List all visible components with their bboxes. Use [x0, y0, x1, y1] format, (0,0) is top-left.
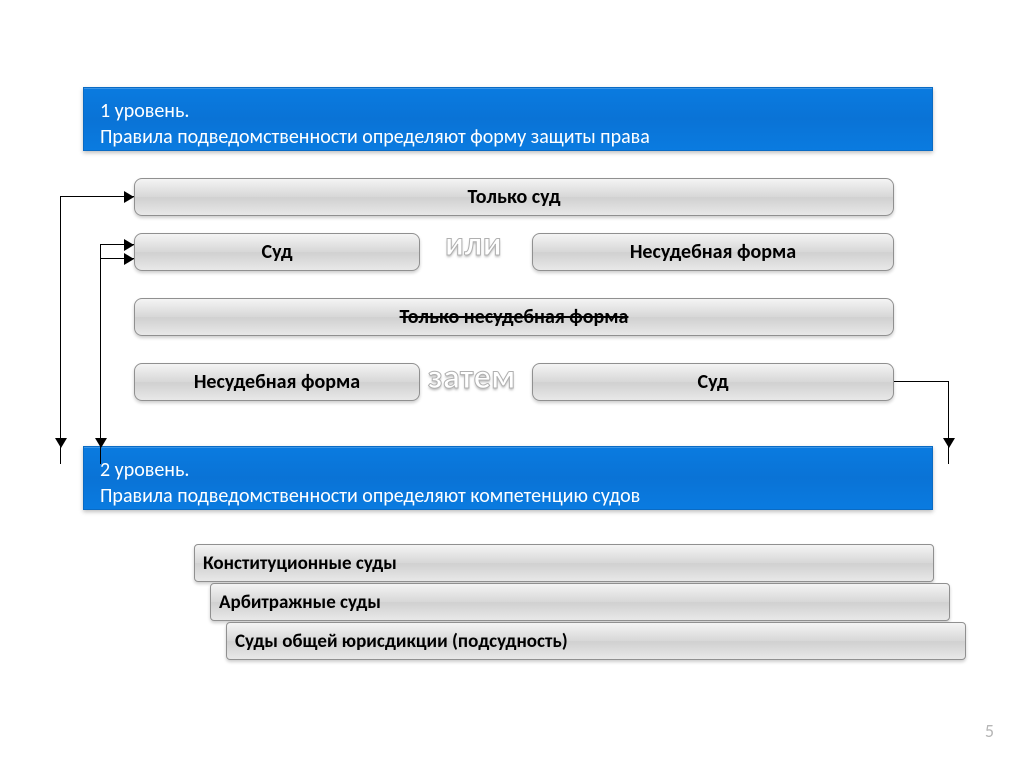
- arrow-head-right: [124, 239, 134, 251]
- box-only-nonjudicial-label: Только несудебная форма: [400, 305, 629, 329]
- court-arbitration-label: Арбитражные суды: [219, 591, 381, 614]
- box-nonjudicial-left-label: Несудебная форма: [194, 370, 360, 394]
- box-only-nonjudicial: Только несудебная форма: [134, 298, 894, 336]
- arrow-conn: [894, 381, 948, 382]
- court-general-label: Суды общей юрисдикции (подсудность): [235, 630, 568, 653]
- box-nonjudicial-label: Несудебная форма: [630, 240, 796, 264]
- word-or: или: [445, 224, 502, 265]
- level2-title-line2: Правила подведомственности определяют ко…: [100, 483, 916, 509]
- box-nonjudicial-left: Несудебная форма: [134, 363, 420, 401]
- page-number: 5: [985, 720, 994, 742]
- box-nonjudicial-form-right: Несудебная форма: [532, 233, 894, 271]
- arrow-head-down: [95, 438, 107, 448]
- box-only-court-label: Только суд: [468, 185, 561, 209]
- court-constitutional-label: Конституционные суды: [203, 552, 397, 575]
- box-court-label: Суд: [262, 240, 293, 264]
- level1-title-line2: Правила подведомственности определяют фо…: [100, 124, 916, 150]
- level2-header: 2 уровень. Правила подведомственности оп…: [83, 446, 933, 510]
- court-general: Суды общей юрисдикции (подсудность): [226, 622, 966, 660]
- level1-header: 1 уровень. Правила подведомственности оп…: [83, 87, 933, 151]
- box-court-right: Суд: [532, 363, 894, 401]
- box-court: Суд: [134, 233, 420, 271]
- arrow-head-right: [124, 191, 134, 203]
- arrow-conn: [948, 381, 949, 464]
- arrow-head-down: [943, 438, 955, 448]
- box-court-right-label: Суд: [698, 370, 729, 394]
- arrow-conn: [60, 196, 61, 464]
- level1-title-line1: 1 уровень.: [100, 98, 916, 124]
- box-only-court: Только суд: [134, 178, 894, 216]
- arrow-head-right: [124, 253, 134, 265]
- level2-title-line1: 2 уровень.: [100, 457, 916, 483]
- word-then: затем: [428, 357, 516, 398]
- arrow-head-down: [55, 438, 67, 448]
- arrow-conn: [60, 196, 134, 197]
- court-arbitration: Арбитражные суды: [210, 583, 950, 621]
- court-constitutional: Конституционные суды: [194, 544, 934, 582]
- arrow-conn: [100, 244, 101, 464]
